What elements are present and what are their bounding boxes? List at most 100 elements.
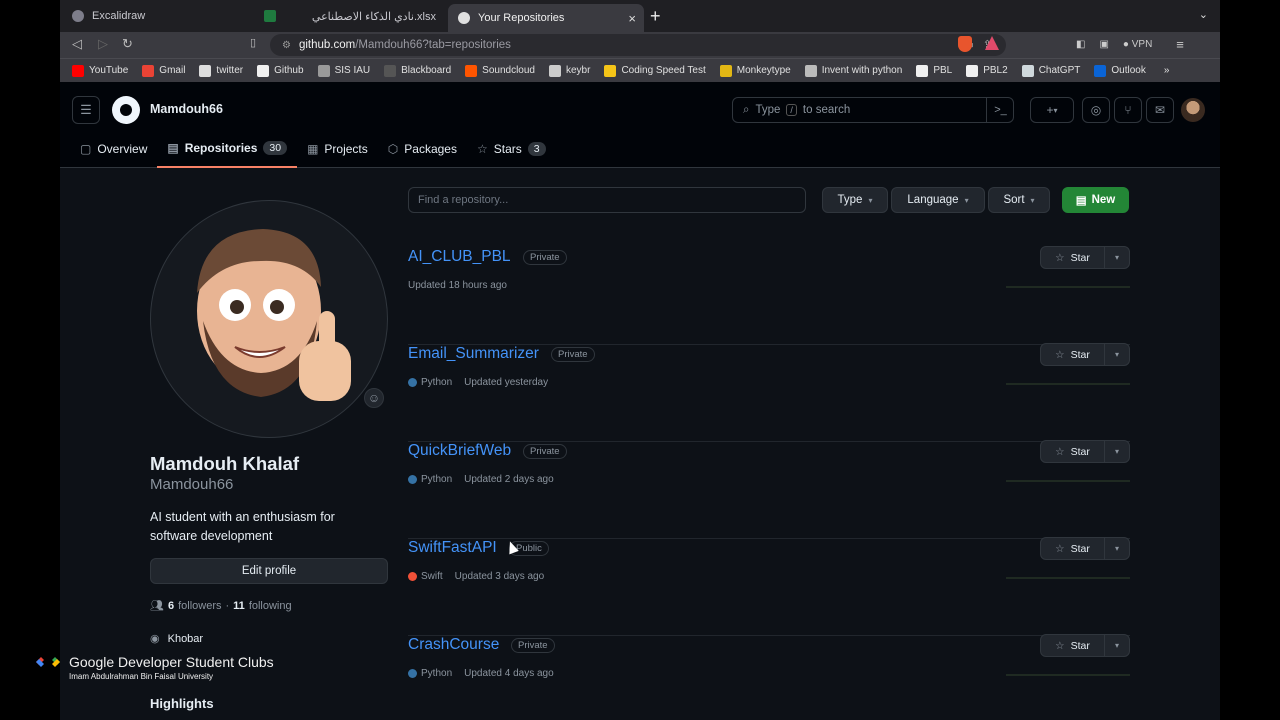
star-toggle[interactable]: ☆ Star [1041, 538, 1105, 559]
star-icon: ☆ [476, 142, 488, 156]
activity-sparkline [1006, 674, 1130, 676]
bookmark-item[interactable]: Invent with python [804, 64, 903, 77]
tab-excalidraw[interactable]: Excalidraw [62, 4, 252, 28]
star-list-dropdown-icon[interactable]: ▾ [1105, 253, 1129, 262]
chevron-down-icon: ▾ [868, 195, 873, 205]
following-count[interactable]: 11 [233, 600, 245, 612]
star-button[interactable]: ☆ Star ▾ [1040, 343, 1130, 366]
star-label: Star [1070, 251, 1090, 264]
star-list-dropdown-icon[interactable]: ▾ [1105, 641, 1129, 650]
star-toggle[interactable]: ☆ Star [1041, 344, 1105, 365]
close-icon[interactable]: × [628, 11, 636, 26]
inbox-icon[interactable]: ✉ [1146, 97, 1174, 123]
activity-sparkline [1006, 577, 1130, 579]
bookmark-item[interactable]: Outlook [1094, 64, 1146, 77]
bookmark-favicon-icon [317, 64, 330, 77]
user-avatar[interactable] [1181, 98, 1205, 122]
more-bookmarks-icon[interactable]: » [1164, 65, 1170, 76]
bookmark-item[interactable]: keybr [549, 64, 590, 77]
star-button[interactable]: ☆ Star ▾ [1040, 440, 1130, 463]
search-input[interactable]: ⌕ Type / to search [732, 97, 1014, 123]
sort-dropdown[interactable]: Sort ▾ [988, 187, 1050, 213]
tab-your-repositories[interactable]: Your Repositories × [448, 4, 644, 32]
hamburger-menu-icon[interactable]: ☰ [72, 96, 100, 124]
bookmark-item[interactable]: YouTube [72, 64, 128, 77]
wallet-icon[interactable]: ▣ [1099, 39, 1108, 50]
followers-label[interactable]: followers [178, 600, 221, 612]
edit-profile-button[interactable]: Edit profile [150, 558, 388, 584]
header-username[interactable]: Mamdouh66 [150, 102, 223, 116]
bookmark-item[interactable]: PBL [916, 64, 952, 77]
vpn-button[interactable]: ● VPN [1123, 39, 1152, 50]
star-list-dropdown-icon[interactable]: ▾ [1105, 544, 1129, 553]
create-new-button[interactable]: + ▾ [1030, 97, 1074, 123]
repo-name-link[interactable]: SwiftFastAPI [408, 539, 497, 557]
tab-overview[interactable]: ▢ Overview [70, 134, 157, 164]
star-toggle[interactable]: ☆ Star [1041, 441, 1105, 462]
new-tab-button[interactable]: + [650, 6, 661, 26]
new-repository-button[interactable]: ▤ New [1062, 187, 1129, 213]
location-text: Khobar [167, 632, 204, 645]
language-label: Swift [421, 571, 443, 582]
repository-search-input[interactable]: Find a repository... [408, 187, 806, 213]
star-button[interactable]: ☆ Star ▾ [1040, 634, 1130, 657]
bookmark-item[interactable]: PBL2 [966, 64, 1008, 77]
tab-projects[interactable]: ▦ Projects [297, 134, 378, 164]
bookmark-item[interactable]: Github [257, 64, 304, 77]
bookmark-item[interactable]: Soundcloud [465, 64, 535, 77]
followers-count[interactable]: 6 [168, 600, 174, 612]
issues-icon[interactable]: ◎ [1082, 97, 1110, 123]
profile-avatar[interactable] [150, 200, 388, 438]
bookmark-label: Invent with python [821, 65, 903, 76]
tab-repositories[interactable]: ▤ Repositories 30 [157, 134, 298, 168]
type-dropdown[interactable]: Type ▾ [822, 187, 888, 213]
bookmark-label: Coding Speed Test [621, 65, 706, 76]
activity-sparkline [1006, 286, 1130, 288]
bookmark-item[interactable]: Gmail [142, 64, 186, 77]
repo-name-link[interactable]: Email_Summarizer [408, 345, 539, 363]
forward-icon[interactable]: ▷ [98, 36, 108, 52]
search-placeholder: Type [755, 104, 781, 116]
site-info-icon[interactable]: ⚙ [282, 40, 291, 51]
repo-name-link[interactable]: QuickBriefWeb [408, 442, 511, 460]
pull-requests-icon[interactable]: ⑂ [1114, 97, 1142, 123]
bookmark-favicon-icon [1094, 64, 1107, 77]
language-dropdown[interactable]: Language ▾ [891, 187, 985, 213]
bookmark-item[interactable]: Coding Speed Test [604, 64, 706, 77]
browser-tools: ◧ ▣ ● VPN ≡ [1076, 37, 1184, 52]
language-color-dot [408, 669, 417, 678]
bookmark-item[interactable]: ChatGPT [1021, 64, 1080, 77]
url-bar[interactable]: ⚙ github.com /Mamdouh66?tab=repositories… [270, 34, 1006, 56]
bookmark-label: Gmail [159, 65, 186, 76]
tab-packages[interactable]: ⬡ Packages [378, 134, 467, 164]
repo-name-link[interactable]: AI_CLUB_PBL [408, 248, 511, 266]
repo-name-link[interactable]: CrashCourse [408, 636, 499, 654]
brave-rewards-icon[interactable] [985, 36, 999, 50]
star-list-dropdown-icon[interactable]: ▾ [1105, 447, 1129, 456]
location-icon: ◉ [150, 633, 160, 645]
bookmark-item[interactable]: SIS IAU [317, 64, 370, 77]
star-button[interactable]: ☆ Star ▾ [1040, 246, 1130, 269]
bookmark-icon[interactable]: ▯ [250, 36, 256, 49]
sidebar-icon[interactable]: ◧ [1076, 39, 1085, 50]
menu-icon[interactable]: ≡ [1176, 37, 1184, 52]
repo-language: Swift [408, 571, 443, 582]
brave-shield-icon[interactable] [958, 36, 972, 52]
back-icon[interactable]: ◁ [72, 36, 82, 52]
tab-stars[interactable]: ☆ Stars 3 [467, 134, 556, 164]
star-list-dropdown-icon[interactable]: ▾ [1105, 350, 1129, 359]
bookmark-item[interactable]: Blackboard [384, 64, 451, 77]
github-logo-icon[interactable] [112, 96, 140, 124]
following-label[interactable]: following [249, 600, 292, 612]
repo-meta: Updated 18 hours ago [408, 280, 507, 291]
star-toggle[interactable]: ☆ Star [1041, 247, 1105, 268]
tab-search-icon[interactable]: ⌄ [1199, 8, 1208, 21]
star-toggle[interactable]: ☆ Star [1041, 635, 1105, 656]
star-button[interactable]: ☆ Star ▾ [1040, 537, 1130, 560]
set-status-icon[interactable]: ☺ [364, 388, 384, 408]
bookmark-item[interactable]: twitter [199, 64, 243, 77]
reload-icon[interactable]: ↻ [122, 36, 133, 52]
command-palette-icon[interactable]: >_ [986, 97, 1014, 123]
tab-spreadsheet[interactable]: نادي الذكاء الاصطناعي.xlsx [254, 4, 446, 28]
bookmark-item[interactable]: Monkeytype [719, 64, 791, 77]
